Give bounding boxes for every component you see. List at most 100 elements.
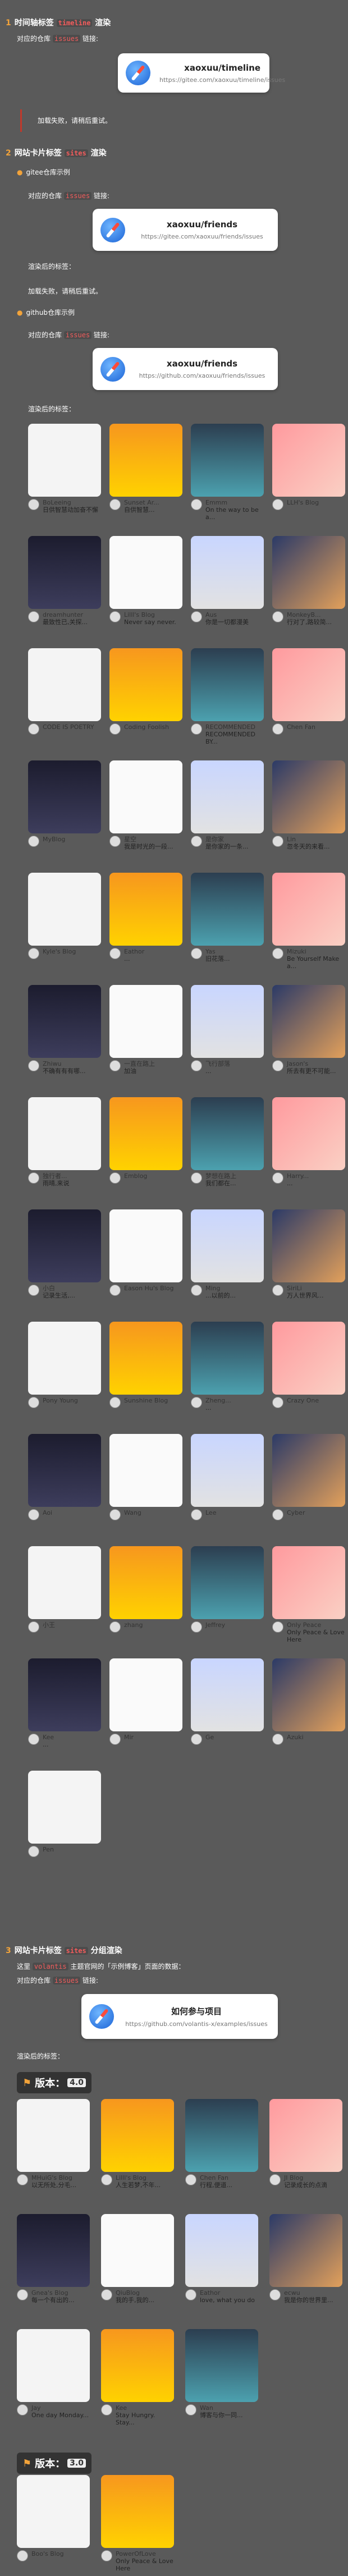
site-card[interactable]: Sunshine Blog: [109, 1322, 182, 1423]
site-card[interactable]: 是你家 是你家的一条...: [191, 760, 264, 861]
site-card[interactable]: Sunset Ar... 自供智慧...: [109, 424, 182, 525]
card-url: https://github.com/volantis-x/examples/i…: [125, 2020, 268, 2028]
site-card[interactable]: Chen Fan 行程,便道...: [185, 2099, 258, 2200]
site-card[interactable]: MyBlog: [28, 760, 101, 861]
code-tag: issues: [52, 35, 81, 43]
site-card[interactable]: Only Peace Only Peace & Love Here: [272, 1546, 345, 1647]
render-label: 渲染后的标签：: [28, 405, 76, 413]
site-card[interactable]: Ming ...以前的...: [191, 1209, 264, 1310]
site-desc: 我的手,我的...: [116, 2297, 154, 2304]
site-card[interactable]: Jeffrey: [191, 1546, 264, 1647]
site-card[interactable]: LLH's Blog: [272, 424, 345, 525]
site-card[interactable]: Chen Fan: [272, 648, 345, 749]
site-card[interactable]: Boo's Blog: [17, 2475, 90, 2576]
site-meta: JI Blog 记录成长的点滴: [269, 2174, 342, 2189]
site-card[interactable]: MonkeyB... 行对了,路较简...: [272, 536, 345, 637]
site-card[interactable]: Coding Foolish: [109, 648, 182, 749]
site-name: Ge: [205, 1734, 214, 1741]
site-thumbnail: [109, 873, 182, 946]
site-card[interactable]: zhang: [109, 1546, 182, 1647]
site-card[interactable]: 一直在路上 加油: [109, 985, 182, 1086]
site-desc: 我是时光的一段...: [124, 843, 173, 850]
site-thumbnail: [28, 648, 101, 721]
site-meta: 小王: [28, 1621, 101, 1633]
site-desc: 最致性已,关探...: [43, 618, 88, 626]
site-meta: dreamhunter 最致性已,关探...: [28, 611, 101, 626]
site-card[interactable]: Mizuki Be Yourself Make a...: [272, 873, 345, 974]
site-card[interactable]: Azuki: [272, 1658, 345, 1759]
site-card[interactable]: Aus 你是一切都漫美: [191, 536, 264, 637]
site-card[interactable]: Lee: [191, 1434, 264, 1535]
site-card[interactable]: RECOMMENDED RECOMMENDED BY...: [191, 648, 264, 749]
site-card[interactable]: Kee Stay Hungry. Stay...: [101, 2329, 174, 2430]
site-card[interactable]: JI Blog 记录成长的点滴: [269, 2099, 342, 2200]
site-name: Chen Fan: [287, 723, 315, 731]
site-card[interactable]: Lilll's Blog 人生若梦,不年...: [101, 2099, 174, 2200]
site-card[interactable]: Eathor love, what you do: [185, 2214, 258, 2315]
github-example-title: ● github仓库示例: [17, 308, 75, 317]
repo-link-card[interactable]: xaoxuu/friends https://gitee.com/xaoxuu/…: [93, 209, 278, 251]
site-card[interactable]: Yas 旧花落...: [191, 873, 264, 974]
site-card[interactable]: 小白 记录生活,...: [28, 1209, 101, 1310]
site-card[interactable]: Lin 忽冬天的来看...: [272, 760, 345, 861]
site-desc: On the way to be a...: [205, 506, 259, 521]
site-name: Aus: [205, 611, 217, 618]
site-card[interactable]: Pony Young: [28, 1322, 101, 1423]
card-title: xaoxuu/timeline: [184, 62, 261, 73]
site-card[interactable]: 独行者... 雨晴,来说: [28, 1097, 101, 1198]
avatar: [109, 1285, 121, 1296]
site-name: Zheng...: [205, 1397, 231, 1404]
card-url: https://gitee.com/xaoxuu/friends/issues: [141, 233, 263, 240]
site-card[interactable]: Zhiwu 不确有有有哪...: [28, 985, 101, 1086]
site-desc: ...: [43, 1741, 49, 1748]
site-card[interactable]: Wan 博客与你一同...: [185, 2329, 258, 2430]
site-card[interactable]: Zheng......: [191, 1322, 264, 1423]
site-card[interactable]: SiriLi 万人世界风...: [272, 1209, 345, 1310]
site-card[interactable]: Ge: [191, 1658, 264, 1759]
site-card[interactable]: Kee...: [28, 1658, 101, 1759]
site-card[interactable]: MHuiG's Blog 以无所处,分毛...: [17, 2099, 90, 2200]
site-card[interactable]: Emmm On the way to be a...: [191, 424, 264, 525]
site-desc: 自供智慧...: [124, 506, 155, 514]
site-desc: 人生若梦,不年...: [116, 2181, 161, 2189]
site-name: dreamhunter: [43, 611, 84, 618]
site-card[interactable]: Jason's 所去有更不可能...: [272, 985, 345, 1086]
site-card[interactable]: 星空 我是时光的一段...: [109, 760, 182, 861]
site-card[interactable]: PowerOfLove Only Peace & Love Here: [101, 2475, 174, 2576]
site-desc: Stay Hungry. Stay...: [116, 2412, 155, 2426]
repo-link-card[interactable]: 如何参与项目 https://github.com/volantis-x/exa…: [81, 1994, 278, 2039]
site-meta: Chen Fan 行程,便道...: [185, 2174, 258, 2189]
site-card[interactable]: dreamhunter 最致性已,关探...: [28, 536, 101, 637]
site-card[interactable]: Eathor...: [109, 873, 182, 974]
site-card[interactable]: 梦想在路上 我们都在...: [191, 1097, 264, 1198]
site-card[interactable]: Kyle's Blog: [28, 873, 101, 974]
site-card[interactable]: Gnea's Blog 每一个有出的...: [17, 2214, 90, 2315]
avatar: [191, 1397, 202, 1408]
site-card[interactable]: Emblog: [109, 1097, 182, 1198]
site-thumbnail: [191, 985, 264, 1058]
avatar: [28, 1734, 39, 1745]
site-card[interactable]: Wang: [109, 1434, 182, 1535]
site-card[interactable]: CODE IS POETRY: [28, 648, 101, 749]
site-card[interactable]: Lilll's Blog Never say never.: [109, 536, 182, 637]
site-card[interactable]: 小王: [28, 1546, 101, 1647]
site-desc: 是你家的一条...: [205, 843, 249, 850]
site-card[interactable]: Harry......: [272, 1097, 345, 1198]
site-card[interactable]: Pen: [28, 1771, 101, 1872]
site-card[interactable]: Eason Hu's Blog: [109, 1209, 182, 1310]
site-card[interactable]: 飞行部落...: [191, 985, 264, 1086]
repo-link-card[interactable]: xaoxuu/timeline https://gitee.com/xaoxuu…: [118, 53, 285, 93]
site-card[interactable]: Mir: [109, 1658, 182, 1759]
repo-link-card[interactable]: xaoxuu/friends https://github.com/xaoxuu…: [93, 348, 278, 390]
site-card[interactable]: Jay One day Monday...: [17, 2329, 90, 2430]
site-card[interactable]: Crazy One: [272, 1322, 345, 1423]
site-card[interactable]: ecwu 我是你的世界里...: [269, 2214, 342, 2315]
site-thumbnail: [185, 2099, 258, 2172]
site-card[interactable]: BoLeeing 日供智慧动加奋不懈: [28, 424, 101, 525]
site-meta: Wang: [109, 1509, 182, 1520]
site-card[interactable]: QiuBlog 我的手,我的...: [101, 2214, 174, 2315]
site-thumbnail: [101, 2214, 174, 2287]
site-card[interactable]: Aoi: [28, 1434, 101, 1535]
site-card[interactable]: Cyber: [272, 1434, 345, 1535]
site-meta: MonkeyB... 行对了,路较简...: [272, 611, 345, 626]
